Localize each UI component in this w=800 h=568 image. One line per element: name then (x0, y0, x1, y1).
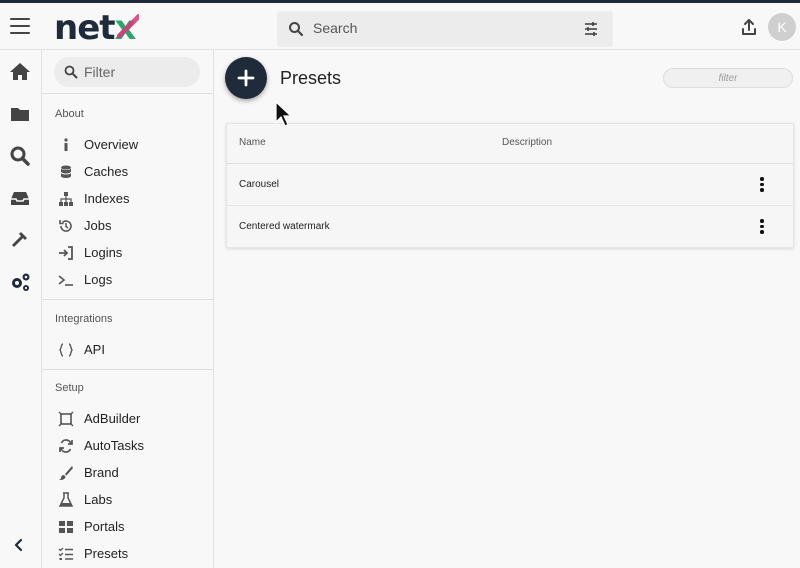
sidebar-item-label: Jobs (84, 218, 112, 233)
sidebar-item-api[interactable]: API (42, 337, 213, 363)
preset-name: Carousel (239, 179, 280, 190)
list-check-icon (58, 546, 74, 562)
sidebar-item-label: Logins (84, 245, 123, 260)
divider (42, 299, 213, 300)
sidebar-filter-input[interactable]: Filter (54, 57, 200, 87)
column-header-description[interactable]: Description (502, 137, 552, 148)
sidebar-item-label: Indexes (84, 191, 130, 206)
history-icon (58, 218, 74, 234)
search-icon (64, 65, 78, 84)
sidebar-item-label: Overview (84, 137, 139, 152)
presets-filter-input[interactable]: filter (663, 68, 793, 88)
sidebar-item-overview[interactable]: Overview (42, 132, 213, 158)
grid-icon (58, 519, 74, 535)
table-row[interactable]: Centered watermark (227, 206, 793, 248)
folder-icon[interactable] (8, 102, 32, 126)
logo-text-prefix: net (54, 8, 116, 48)
logo-text-suffix: x (114, 8, 137, 48)
sidebar-item-labs[interactable]: Labs (42, 487, 213, 513)
gears-icon[interactable] (8, 270, 32, 294)
divider (42, 369, 213, 370)
divider (42, 93, 213, 94)
brush-icon (58, 465, 74, 481)
sidebar-item-jobs[interactable]: Jobs (42, 213, 213, 239)
admin-sidebar: Filter About Overview Caches Indexes Job… (42, 50, 214, 568)
inbox-icon[interactable] (8, 186, 32, 210)
sidebar-filter-placeholder: Filter (84, 64, 116, 80)
search-icon (288, 21, 304, 42)
sidebar-item-indexes[interactable]: Indexes (42, 186, 213, 212)
menu-icon[interactable] (10, 18, 30, 34)
presets-filter-placeholder: filter (718, 73, 738, 84)
sidebar-item-portals[interactable]: Portals (42, 514, 213, 540)
section-title-setup: Setup (55, 382, 84, 394)
sync-icon (58, 438, 74, 454)
sidebar-item-presets[interactable]: Presets (42, 541, 213, 567)
search-icon[interactable] (8, 144, 32, 168)
sidebar-item-label: Brand (84, 465, 119, 480)
sidebar-item-label: API (84, 342, 105, 357)
sidebar-item-autotasks[interactable]: AutoTasks (42, 433, 213, 459)
table-header: Name Description (227, 124, 793, 164)
chevron-left-icon[interactable] (12, 538, 26, 557)
home-icon[interactable] (8, 60, 32, 84)
add-preset-button[interactable] (225, 57, 267, 99)
database-icon (58, 164, 74, 180)
more-vert-icon[interactable] (759, 219, 765, 235)
sitemap-icon (58, 191, 74, 207)
sidebar-item-brand[interactable]: Brand (42, 460, 213, 486)
preset-name: Centered watermark (239, 221, 330, 232)
logo[interactable]: netx (54, 8, 137, 48)
terminal-icon (58, 272, 74, 288)
presets-table: Name Description Carousel Centered water… (226, 123, 794, 248)
adbuilder-icon (58, 411, 74, 427)
section-title-integrations: Integrations (55, 313, 113, 325)
sidebar-item-logins[interactable]: Logins (42, 240, 213, 266)
global-search-input[interactable]: Search (277, 11, 613, 47)
tune-icon[interactable] (583, 21, 599, 42)
sidebar-item-label: Logs (84, 272, 113, 287)
sidebar-item-label: Caches (84, 164, 129, 179)
flask-icon (58, 492, 74, 508)
info-icon (58, 137, 74, 153)
search-placeholder: Search (313, 20, 358, 36)
app-header: netx Search K (0, 3, 800, 50)
sidebar-item-label: AutoTasks (84, 438, 144, 453)
sidebar-item-label: AdBuilder (84, 411, 141, 426)
main-content: Presets filter Name Description Carousel… (214, 50, 800, 568)
sidebar-item-adbuilder[interactable]: AdBuilder (42, 406, 213, 432)
icon-rail (0, 50, 42, 568)
code-braces-icon (58, 342, 74, 358)
upload-icon[interactable] (741, 18, 757, 41)
column-header-name[interactable]: Name (239, 137, 266, 148)
sidebar-item-logs[interactable]: Logs (42, 267, 213, 293)
sidebar-item-label: Labs (84, 492, 113, 507)
sidebar-item-caches[interactable]: Caches (42, 159, 213, 185)
table-row[interactable]: Carousel (227, 164, 793, 206)
more-vert-icon[interactable] (759, 177, 765, 193)
mouse-cursor-icon (275, 100, 293, 132)
page-title: Presets (280, 68, 342, 88)
sidebar-item-label: Presets (84, 546, 129, 561)
hammer-icon[interactable] (8, 228, 32, 252)
avatar[interactable]: K (768, 13, 796, 41)
login-icon (58, 245, 74, 261)
plus-icon (237, 69, 255, 92)
section-title-about: About (55, 108, 84, 120)
sidebar-item-label: Portals (84, 519, 125, 534)
